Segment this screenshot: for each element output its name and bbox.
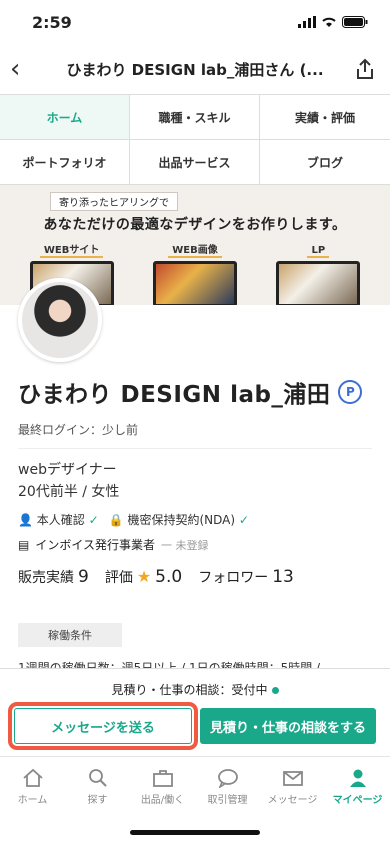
tabbar-label: メッセージ xyxy=(267,794,318,806)
conditions-label: 稼働条件 xyxy=(18,623,122,647)
signal-icon xyxy=(298,16,316,28)
tabbar-label: 取引管理 xyxy=(207,794,248,806)
invoice-label: インボイス発行事業者 xyxy=(35,538,155,552)
request-quote-button[interactable]: 見積り・仕事の相談をする xyxy=(200,708,376,744)
rating-value: 5.0 xyxy=(155,567,183,587)
check-icon: ✓ xyxy=(88,513,99,527)
tab-home[interactable]: ホーム xyxy=(0,95,130,140)
home-icon xyxy=(22,768,43,787)
status-dot-icon xyxy=(271,687,279,694)
consult-status: 見積り・仕事の相談：受付中 xyxy=(0,681,390,698)
banner-headline: あなただけの最適なデザインをお作りします。 xyxy=(43,217,347,233)
followers-label: フォロワー xyxy=(198,570,269,586)
tabbar-work[interactable]: 出品/働く xyxy=(130,757,195,816)
sales-stat[interactable]: 販売実績 9 xyxy=(18,567,89,587)
rating-label: 評価 xyxy=(104,570,133,586)
followers-stat[interactable]: フォロワー 13 xyxy=(198,567,294,587)
job-title: webデザイナー xyxy=(18,462,117,478)
profile-section: ひまわり DESIGN lab_浦田 P 最終ログイン：少し前 webデザイナー… xyxy=(0,375,390,676)
cta-row: メッセージを送る 見積り・仕事の相談をする xyxy=(0,702,390,750)
nda-label: 機密保持契約(NDA) xyxy=(127,513,236,527)
sales-value: 9 xyxy=(78,567,89,587)
pro-badge-icon[interactable]: P xyxy=(338,380,363,404)
followers-value: 13 xyxy=(272,567,294,587)
mockup-label: LP xyxy=(307,245,330,258)
tabbar-label: 出品/働く xyxy=(140,794,185,806)
chat-bubble-icon xyxy=(217,768,238,788)
profile-tabs: ホーム 職種・スキル 実績・評価 ポートフォリオ 出品サービス ブログ xyxy=(0,94,390,185)
lock-icon: 🔒 xyxy=(108,513,124,527)
tabbar-label: マイページ xyxy=(332,794,383,806)
tabbar-search[interactable]: 探す xyxy=(65,757,130,816)
nda-verified: 🔒 機密保持契約(NDA) ✓ xyxy=(109,511,249,528)
invoice-row: ▤ インボイス発行事業者 一 未登録 xyxy=(18,536,372,553)
mockup-label: WEB画像 xyxy=(168,241,222,258)
tab-results[interactable]: 実績・評価 xyxy=(260,95,390,140)
user-name: ひまわり DESIGN lab_浦田 xyxy=(18,382,331,408)
tabbar-label: 探す xyxy=(87,794,108,806)
consult-status-text: 見積り・仕事の相談：受付中 xyxy=(111,683,268,697)
sales-label: 販売実績 xyxy=(18,570,74,586)
tabbar-transactions[interactable]: 取引管理 xyxy=(195,757,260,816)
status-icons xyxy=(298,16,368,28)
rating-stat[interactable]: 評価 ★ 5.0 xyxy=(105,567,182,587)
invoice-status: 一 未登録 xyxy=(161,538,209,552)
cta-panel: 見積り・仕事の相談：受付中 メッセージを送る 見積り・仕事の相談をする xyxy=(0,668,390,756)
identity-verified: 👤 本人確認 ✓ xyxy=(18,511,99,528)
stats-row: 販売実績 9 評価 ★ 5.0 フォロワー 13 xyxy=(18,567,372,587)
verification-row: 👤 本人確認 ✓ 🔒 機密保持契約(NDA) ✓ xyxy=(18,511,372,528)
tab-services[interactable]: 出品サービス xyxy=(130,140,260,185)
tab-portfolio[interactable]: ポートフォリオ xyxy=(0,140,130,185)
status-bar: 2:59 xyxy=(0,0,390,44)
back-icon[interactable]: ‹ xyxy=(10,54,40,84)
status-time: 2:59 xyxy=(32,12,72,32)
envelope-icon xyxy=(282,770,303,786)
home-indicator xyxy=(130,830,260,835)
laptop-image xyxy=(276,261,361,305)
person-icon xyxy=(349,769,366,787)
name-row: ひまわり DESIGN lab_浦田 P xyxy=(18,375,372,409)
mockup-web-image: WEB画像 xyxy=(145,238,245,305)
check-icon: ✓ xyxy=(238,513,249,527)
avatar[interactable] xyxy=(18,278,102,362)
star-icon: ★ xyxy=(136,567,152,586)
share-icon[interactable] xyxy=(350,58,380,80)
document-icon: ▤ xyxy=(18,537,30,552)
nav-bar: ‹ ひまわり DESIGN lab_浦田さん (... xyxy=(0,44,390,94)
laptop-image xyxy=(152,261,237,305)
age-gender: 20代前半 / 女性 xyxy=(18,484,120,500)
mockup-lp: LP xyxy=(268,238,368,305)
battery-icon xyxy=(342,16,368,28)
mockup-label: WEBサイト xyxy=(39,241,104,258)
send-message-button[interactable]: メッセージを送る xyxy=(8,702,198,750)
bottom-tab-bar: ホーム 探す 出品/働く 取引管理 メッセージ マイページ xyxy=(0,756,390,816)
identity-label: 本人確認 xyxy=(36,513,85,527)
banner-tagline: 寄り添ったヒアリングで xyxy=(50,192,178,211)
page-title: ひまわり DESIGN lab_浦田さん (... xyxy=(66,60,324,79)
tabbar-messages[interactable]: メッセージ xyxy=(260,757,325,816)
person-icon: 👤 xyxy=(18,513,33,527)
tabbar-home[interactable]: ホーム xyxy=(0,757,65,816)
tab-blog[interactable]: ブログ xyxy=(260,140,390,185)
tabbar-mypage[interactable]: マイページ xyxy=(325,757,390,816)
tab-skills[interactable]: 職種・スキル xyxy=(130,95,260,140)
last-login: 最終ログイン：少し前 xyxy=(18,421,372,449)
briefcase-icon xyxy=(152,769,173,787)
wifi-icon xyxy=(322,17,336,27)
search-icon xyxy=(88,768,107,787)
tabbar-label: ホーム xyxy=(17,794,48,806)
